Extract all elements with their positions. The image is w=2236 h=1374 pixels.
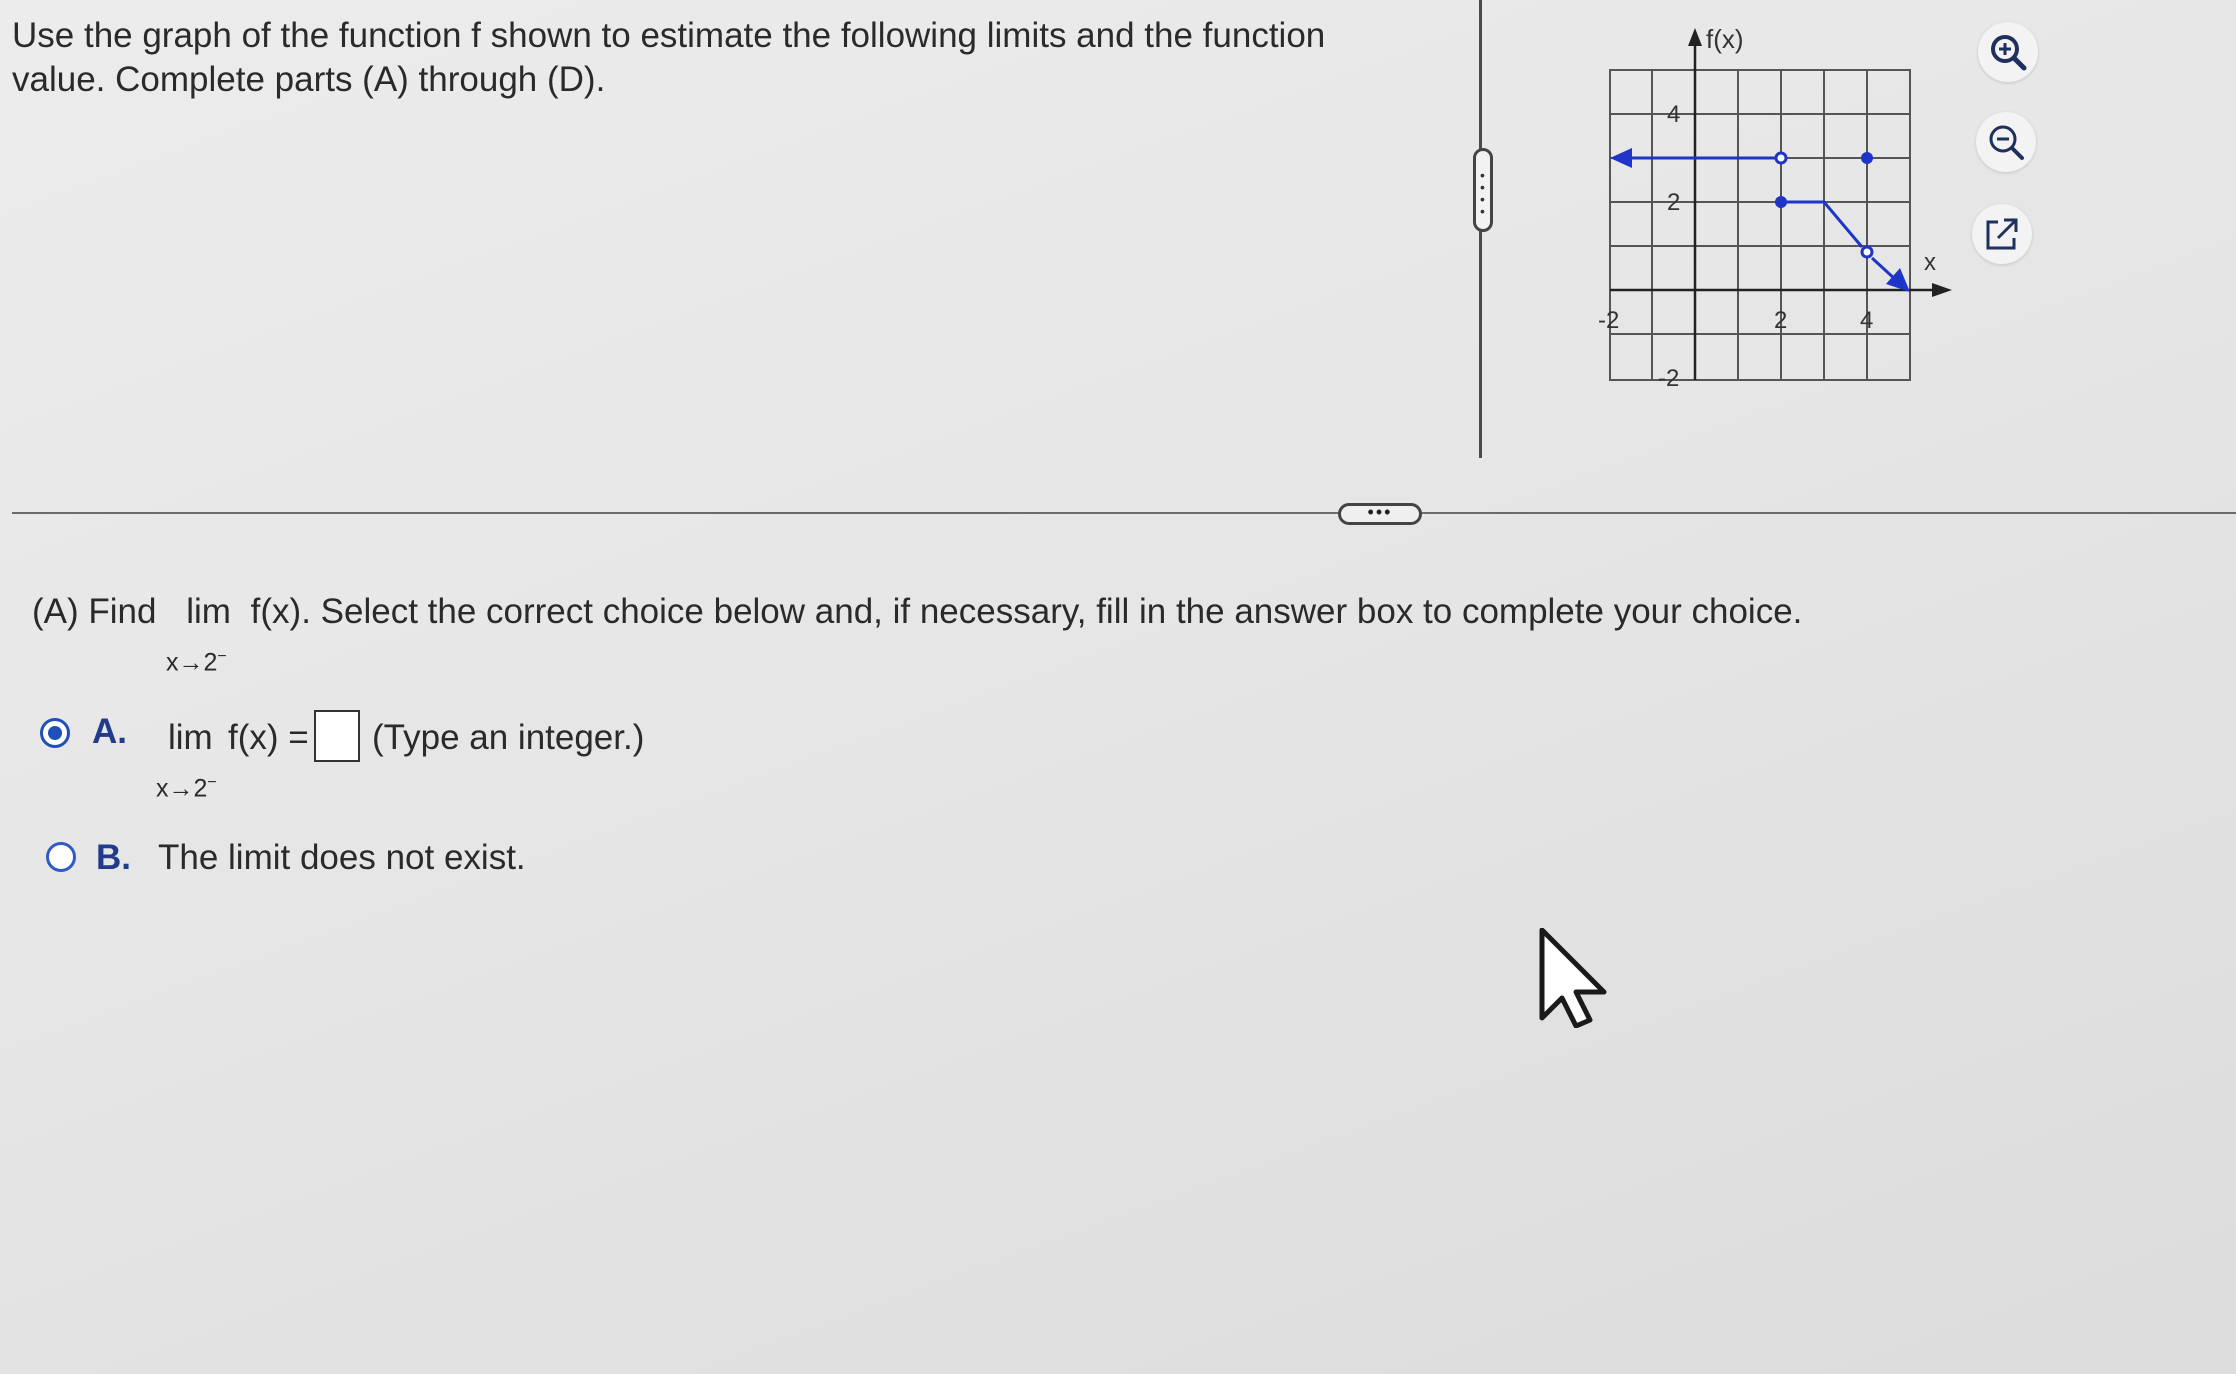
part-a-subscript: x→2− (166, 648, 227, 677)
function-curve (1624, 156, 1898, 282)
choice-b-letter: B. (96, 838, 131, 877)
closed-point-isolated (1861, 152, 1873, 164)
x-tick-2: 2 (1774, 307, 1787, 334)
closed-point-lower (1775, 196, 1787, 208)
y-tick-4: 4 (1667, 101, 1680, 128)
choice-a-expr: f(x) = (228, 718, 309, 757)
choice-a-lim: lim (168, 718, 213, 757)
part-a-text: f(x). Select the correct choice below an… (250, 592, 1803, 631)
choice-a-sup: − (207, 774, 217, 791)
popout-button[interactable] (1972, 204, 2032, 264)
part-a-lim: lim (186, 592, 231, 631)
function-graph: f(x) x 4 2 -2 -2 2 4 (1598, 24, 1952, 392)
x-axis-label: x (1924, 249, 1936, 276)
choice-a-sub: x→2 (156, 774, 208, 803)
zoom-in-icon (1991, 35, 2027, 71)
x-tick-4: 4 (1860, 307, 1873, 334)
zoom-out-button[interactable] (1976, 112, 2036, 172)
y-axis-label: f(x) (1706, 24, 1744, 54)
part-a-prompt: (A) Find lim f(x). Select the correct ch… (32, 590, 1802, 634)
part-a-prefix: (A) Find (32, 592, 157, 631)
part-a-sub: x→2 (166, 648, 218, 677)
open-point-tail (1860, 245, 1874, 259)
handle-dots-icon: • • • • (1480, 167, 1485, 219)
horizontal-divider (12, 512, 2236, 514)
choice-b-radio[interactable] (46, 842, 76, 872)
x-axis-arrow (1932, 283, 1952, 297)
choice-a-answer-input[interactable] (314, 710, 360, 762)
zoom-out-icon (1989, 125, 2024, 160)
y-tick-neg2: -2 (1658, 365, 1679, 392)
x-tick-neg2: -2 (1598, 307, 1619, 334)
part-a-sup: − (217, 648, 227, 665)
external-link-icon (1986, 218, 2018, 250)
y-axis-arrow (1688, 28, 1702, 46)
more-dots-icon: ••• (1367, 502, 1393, 522)
mouse-cursor-icon (1539, 928, 1607, 1028)
choice-a-letter: A. (92, 712, 127, 751)
y-tick-2: 2 (1667, 189, 1680, 216)
question-text: Use the graph of the function f shown to… (12, 14, 1372, 102)
left-arrow-head (1610, 148, 1632, 168)
segment-lower (1781, 200, 1864, 248)
choice-a-radio[interactable] (40, 718, 70, 748)
right-arrow-head (1886, 268, 1910, 292)
choice-a-hint: (Type an integer.) (372, 718, 645, 757)
open-point-upper (1774, 151, 1788, 165)
vertical-resize-handle[interactable]: • • • • (1473, 148, 1493, 232)
choice-a-subscript: x→2− (156, 774, 217, 803)
question-line-2: value. Complete parts (A) through (D). (12, 60, 606, 99)
question-line-1: Use the graph of the function f shown to… (12, 16, 1326, 55)
expand-handle[interactable]: ••• (1338, 503, 1422, 525)
zoom-in-button[interactable] (1978, 22, 2038, 82)
choice-b-text: The limit does not exist. (158, 838, 526, 877)
